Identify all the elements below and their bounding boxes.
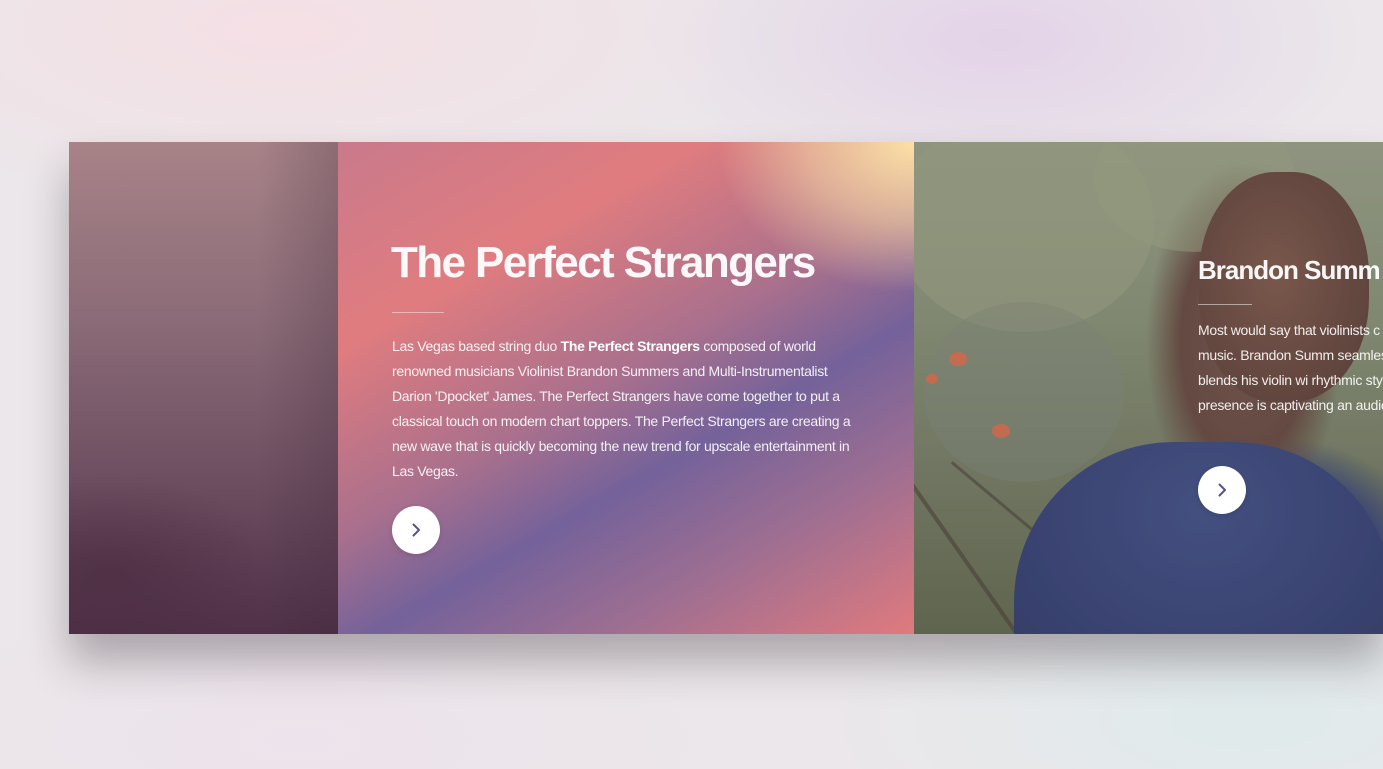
title-divider bbox=[392, 312, 444, 313]
next-slide-description: Most would say that violinists c popular… bbox=[1198, 322, 1383, 413]
description-band-name: The Perfect Strangers bbox=[560, 338, 701, 354]
description-intro: Las Vegas based string duo bbox=[392, 338, 561, 354]
read-more-button[interactable] bbox=[392, 506, 440, 554]
chevron-right-icon bbox=[412, 523, 420, 537]
next-title-divider bbox=[1198, 304, 1252, 305]
next-slide-title: Brandon Summ bbox=[1198, 255, 1381, 285]
previous-slide-panel[interactable] bbox=[69, 142, 338, 634]
slide-title: The Perfect Strangers bbox=[391, 238, 816, 287]
description-body: composed of world renowned musicians Vio… bbox=[392, 338, 851, 479]
next-slide-panel[interactable]: Brandon Summ Most would say that violini… bbox=[914, 142, 1383, 634]
active-slide-card: The Perfect Strangers Las Vegas based st… bbox=[338, 142, 914, 634]
carousel: The Perfect Strangers Las Vegas based st… bbox=[69, 142, 1383, 634]
next-read-more-button[interactable] bbox=[1198, 466, 1246, 514]
chevron-right-icon bbox=[1218, 483, 1226, 497]
slide-description: Las Vegas based string duo The Perfect S… bbox=[392, 334, 862, 484]
